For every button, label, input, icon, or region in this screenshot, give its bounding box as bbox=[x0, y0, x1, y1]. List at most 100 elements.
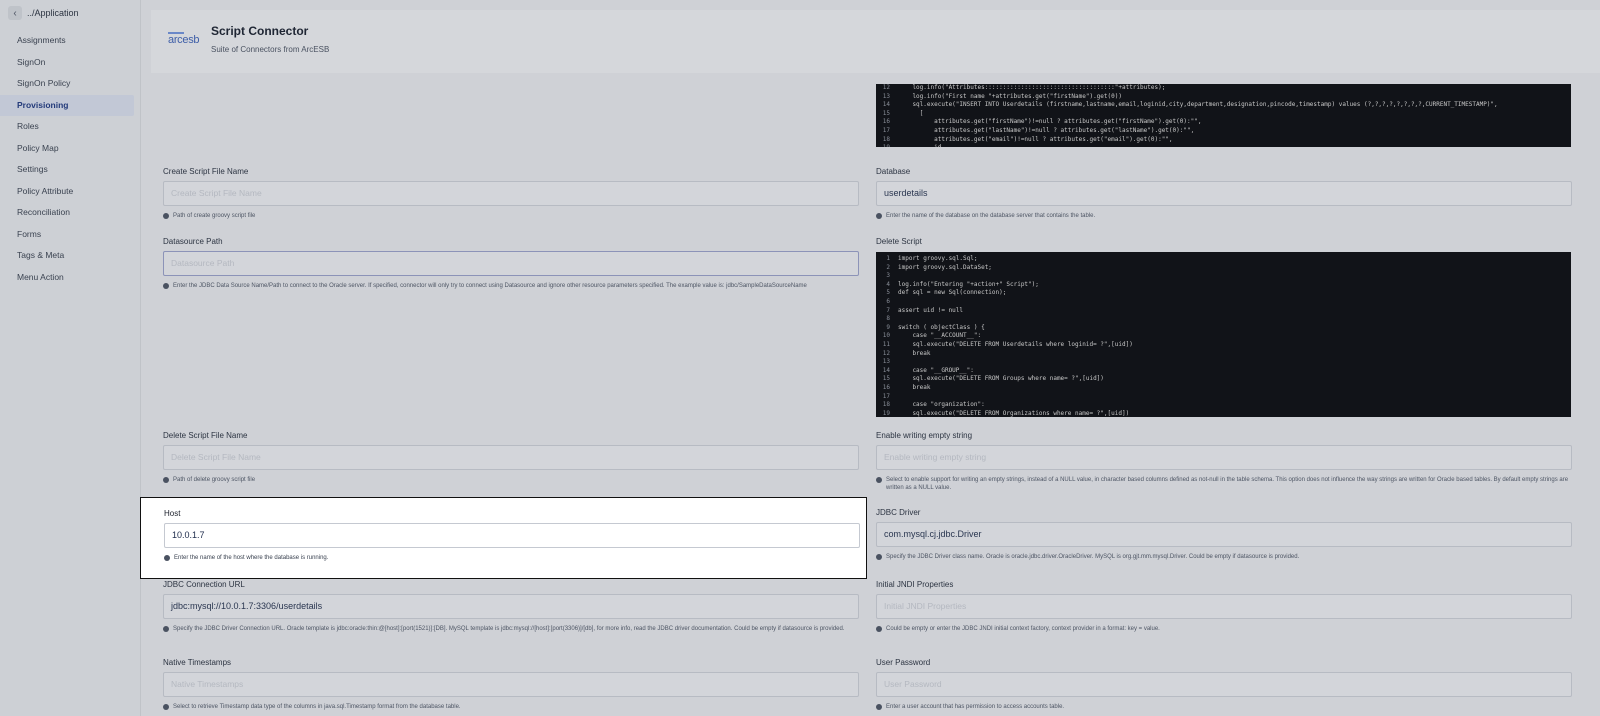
sidebar-item-provisioning[interactable]: Provisioning bbox=[0, 94, 134, 116]
delete-script-file-name-hint: Path of delete groovy script file bbox=[163, 476, 859, 484]
line-number: 12 bbox=[882, 349, 890, 357]
jdbc-connection-url-input[interactable]: jdbc:mysql://10.0.1.7:3306/userdetails bbox=[163, 594, 859, 619]
code-text: [ bbox=[898, 109, 924, 117]
user-password-label: User Password bbox=[876, 658, 931, 667]
line-number: 7 bbox=[886, 306, 890, 314]
info-icon bbox=[876, 213, 882, 219]
database-hint: Enter the name of the database on the da… bbox=[876, 212, 1572, 220]
sidebar-item-settings[interactable]: Settings bbox=[0, 159, 140, 181]
sidebar-item-tags-meta[interactable]: Tags & Meta bbox=[0, 245, 140, 267]
enable-writing-empty-string-label: Enable writing empty string bbox=[876, 431, 973, 440]
info-icon bbox=[164, 555, 170, 561]
sidebar-item-signon[interactable]: SignOn bbox=[0, 52, 140, 74]
code-line: 8 bbox=[876, 315, 1571, 324]
code-line: 16 attributes.get("firstName")!=null ? a… bbox=[876, 118, 1571, 127]
line-number: 8 bbox=[886, 315, 890, 323]
back-link-label[interactable]: ../Application bbox=[27, 8, 79, 18]
line-number: 2 bbox=[886, 263, 890, 271]
info-icon bbox=[163, 704, 169, 710]
line-number: 16 bbox=[882, 118, 890, 126]
sidebar-item-forms[interactable]: Forms bbox=[0, 224, 140, 246]
code-line: 19 sql.execute("DELETE FROM Organization… bbox=[876, 410, 1571, 417]
code-text: break bbox=[898, 349, 931, 357]
jdbc-connection-url-hint: Specify the JDBC Driver Connection URL. … bbox=[163, 625, 859, 633]
host-field-highlight: Host 10.0.1.7 Enter the name of the host… bbox=[140, 497, 867, 579]
page-header: arcesb Script Connector Suite of Connect… bbox=[151, 10, 1600, 73]
code-text: attributes.get("firstName")!=null ? attr… bbox=[898, 118, 1202, 126]
database-input[interactable]: userdetails bbox=[876, 181, 1572, 206]
create-script-file-name-hint: Path of create groovy script file bbox=[163, 212, 859, 220]
code-text: import groovy.sql.Sql; bbox=[898, 255, 978, 262]
jdbc-connection-url-label: JDBC Connection URL bbox=[163, 580, 245, 589]
code-text: case "__GROUP__": bbox=[898, 366, 974, 374]
user-password-input[interactable]: User Password bbox=[876, 672, 1572, 697]
delete-script-editor[interactable]: 1 import groovy.sql.Sql; 2 import groovy.sq… bbox=[876, 252, 1571, 417]
code-line: 12 log.info("Attributes:::::::::::::::::… bbox=[876, 84, 1571, 93]
sidebar-item-roles[interactable]: Roles bbox=[0, 116, 140, 138]
line-number: 11 bbox=[882, 340, 890, 348]
line-number: 13 bbox=[882, 92, 890, 100]
code-line: 9 switch ( objectClass ) { bbox=[876, 324, 1571, 333]
code-line: 2 import groovy.sql.DataSet; bbox=[876, 264, 1571, 273]
delete-script-file-name-input[interactable]: Delete Script File Name bbox=[163, 445, 859, 470]
line-number: 3 bbox=[886, 272, 890, 280]
code-text: import groovy.sql.DataSet; bbox=[898, 263, 992, 271]
initial-jndi-properties-label: Initial JNDI Properties bbox=[876, 580, 954, 589]
user-password-hint: Enter a user account that has permission… bbox=[876, 703, 1572, 711]
code-text: attributes.get("email")!=null ? attribut… bbox=[898, 135, 1173, 143]
code-text: log.info("Entering "+action+" Script"); bbox=[898, 280, 1039, 288]
code-line: 12 break bbox=[876, 350, 1571, 359]
line-number: 10 bbox=[882, 332, 890, 340]
form-area: 12 log.info("Attributes:::::::::::::::::… bbox=[151, 73, 1600, 716]
code-text: log.info("Attributes::::::::::::::::::::… bbox=[898, 84, 1166, 91]
host-hint: Enter the name of the host where the dat… bbox=[164, 554, 860, 562]
host-input[interactable]: 10.0.1.7 bbox=[164, 523, 860, 548]
back-link[interactable]: ‹ ../Application bbox=[8, 5, 79, 21]
create-script-file-name-label: Create Script File Name bbox=[163, 167, 249, 176]
logo-text: arcesb bbox=[168, 34, 200, 46]
code-line: 16 break bbox=[876, 384, 1571, 393]
code-line: 5 def sql = new Sql(connection); bbox=[876, 289, 1571, 298]
initial-jndi-properties-hint: Could be empty or enter the JDBC JNDI in… bbox=[876, 625, 1572, 633]
code-line: 10 case "__ACCOUNT__": bbox=[876, 332, 1571, 341]
sidebar-nav: Assignments SignOn SignOn Policy Provisi… bbox=[0, 30, 140, 288]
datasource-path-hint: Enter the JDBC Data Source Name/Path to … bbox=[163, 282, 859, 290]
jdbc-driver-label: JDBC Driver bbox=[876, 508, 921, 517]
jdbc-driver-input[interactable]: com.mysql.cj.jdbc.Driver bbox=[876, 522, 1572, 547]
line-number: 13 bbox=[882, 358, 890, 366]
create-script-file-name-input[interactable]: Create Script File Name bbox=[163, 181, 859, 206]
code-line: 4 log.info("Entering "+action+" Script"); bbox=[876, 281, 1571, 290]
code-text: attributes.get("lastName")!=null ? attri… bbox=[898, 126, 1195, 134]
code-line: 18 case "organization": bbox=[876, 401, 1571, 410]
sidebar-item-reconciliation[interactable]: Reconciliation bbox=[0, 202, 140, 224]
code-line: 1 import groovy.sql.Sql; bbox=[876, 255, 1571, 264]
code-line: 18 attributes.get("email")!=null ? attri… bbox=[876, 136, 1571, 145]
datasource-path-input[interactable]: Datasource Path bbox=[163, 251, 859, 276]
native-timestamps-input[interactable]: Native Timestamps bbox=[163, 672, 859, 697]
delete-script-file-name-label: Delete Script File Name bbox=[163, 431, 248, 440]
initial-jndi-properties-input[interactable]: Initial JNDI Properties bbox=[876, 594, 1572, 619]
info-icon bbox=[876, 477, 882, 483]
host-label: Host bbox=[164, 509, 181, 518]
info-icon bbox=[163, 477, 169, 483]
page-title: Script Connector bbox=[211, 24, 309, 38]
sidebar-item-assignments[interactable]: Assignments bbox=[0, 30, 140, 52]
code-text: assert uid != null bbox=[898, 306, 964, 314]
sidebar-item-policy-map[interactable]: Policy Map bbox=[0, 138, 140, 160]
code-text: sql.execute("DELETE FROM Userdetails whe… bbox=[898, 340, 1133, 348]
sidebar-item-policy-attribute[interactable]: Policy Attribute bbox=[0, 181, 140, 203]
code-line: 3 bbox=[876, 272, 1571, 281]
chevron-left-icon[interactable]: ‹ bbox=[8, 6, 22, 20]
sidebar-item-menu-action[interactable]: Menu Action bbox=[0, 267, 140, 289]
info-icon bbox=[876, 554, 882, 560]
line-number: 16 bbox=[882, 383, 890, 391]
line-number: 18 bbox=[882, 401, 890, 409]
create-script-editor[interactable]: 12 log.info("Attributes:::::::::::::::::… bbox=[876, 84, 1571, 147]
line-number: 15 bbox=[882, 375, 890, 383]
sidebar-item-signon-policy[interactable]: SignOn Policy bbox=[0, 73, 140, 95]
enable-writing-empty-string-input[interactable]: Enable writing empty string bbox=[876, 445, 1572, 470]
code-text: log.info("First name "+attributes.get("f… bbox=[898, 92, 1122, 100]
line-number: 19 bbox=[882, 409, 890, 417]
code-text: def sql = new Sql(connection); bbox=[898, 289, 1007, 297]
sidebar: ‹ ../Application Assignments SignOn Sign… bbox=[0, 0, 141, 716]
